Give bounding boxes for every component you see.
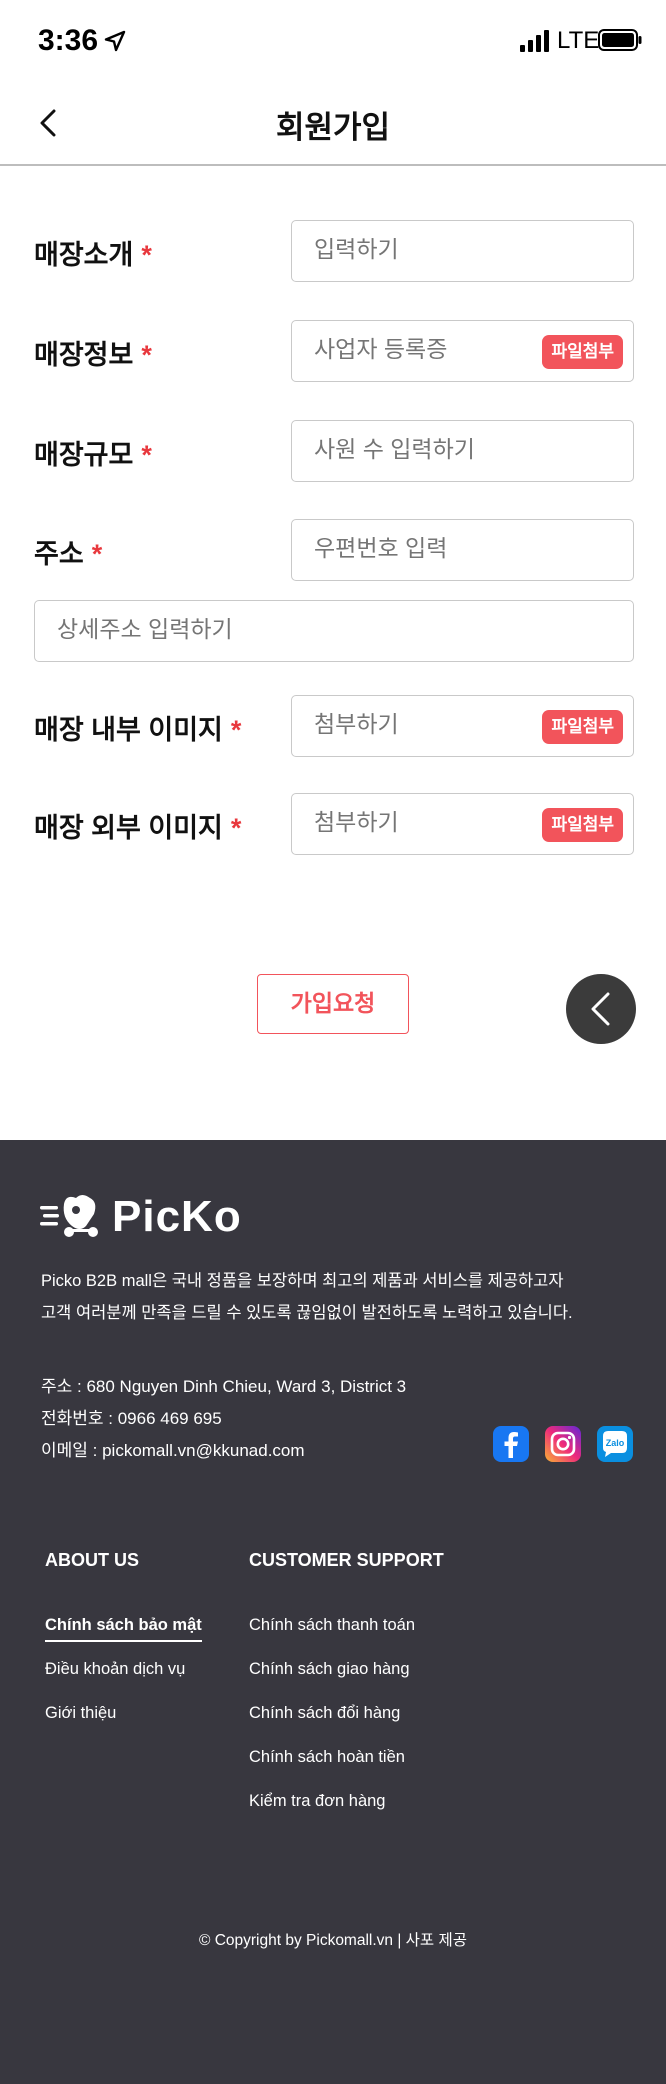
status-time: 3:36 [38,24,99,57]
page-header: 회원가입 [0,80,666,166]
facebook-glyph [504,1432,518,1458]
payment-policy-link[interactable]: Chính sách thanh toán [249,1616,415,1635]
store-intro-field[interactable] [291,220,634,282]
order-check-link[interactable]: Kiểm tra đơn hàng [249,1792,385,1811]
logo-mascot-icon [40,1195,98,1237]
introduction-link[interactable]: Giới thiệu [45,1704,116,1723]
field-label: 매장 내부 이미지 * [34,715,242,745]
footer-phone: 전화번호 : 0966 469 695 [41,1409,222,1428]
picko-logo[interactable]: PicKo [40,1192,242,1242]
zalo-label: Zalo [606,1438,625,1448]
field-label: 주소 * [34,539,103,569]
required-mark: * [141,340,152,370]
footer-email: 이메일 : pickomall.vn@kkunad.com [41,1441,305,1460]
delivery-policy-link[interactable]: Chính sách giao hàng [249,1660,410,1679]
facebook-icon[interactable] [493,1426,529,1462]
footer-address: 주소 : 680 Nguyen Dinh Chieu, Ward 3, Dist… [41,1377,407,1396]
required-mark: * [141,240,152,270]
form-row-interior-image: 매장 내부 이미지* 파일첨부 [0,695,666,757]
zalo-glyph: Zalo [603,1431,627,1457]
required-mark: * [230,813,242,843]
status-bar: 3:36 LTE [0,0,666,80]
customer-support-heading: CUSTOMER SUPPORT [249,1550,444,1570]
attach-file-button[interactable]: 파일첨부 [542,335,623,369]
copyright: © Copyright by Pickomall.vn | 사포 제공 [198,1932,468,1949]
form-row-address: 주소 * [0,519,666,581]
required-mark: * [230,715,242,745]
detail-address-field[interactable] [34,600,634,662]
exchange-policy-link[interactable]: Chính sách đổi hàng [249,1704,400,1723]
form-row-detail-address [0,600,666,662]
exterior-image-input[interactable] [314,809,534,836]
refund-policy-link[interactable]: Chính sách hoàn tiền [249,1748,405,1767]
about-us-heading: ABOUT US [45,1550,139,1570]
zalo-icon[interactable]: Zalo [597,1426,633,1462]
battery-icon [598,29,642,51]
location-arrow-icon [104,30,126,52]
field-label: 매장 외부 이미지 * [34,813,242,843]
postal-code-input[interactable] [314,535,534,562]
attach-file-button[interactable]: 파일첨부 [542,808,623,842]
store-intro-input[interactable] [314,236,534,263]
exterior-image-field[interactable]: 파일첨부 [291,793,634,855]
footer-description-line: Picko B2B mall은 국내 정품을 보장하며 최고의 제품과 서비스를… [41,1272,564,1290]
network-label: LTE [557,27,600,54]
employee-count-input[interactable] [314,436,534,463]
form-row-store-intro: 매장소개 * [0,220,666,282]
field-label: 매장규모 * [34,440,152,470]
floating-back-button[interactable] [566,974,636,1044]
employee-count-field[interactable] [291,420,634,482]
instagram-icon[interactable] [545,1426,581,1462]
interior-image-input[interactable] [314,711,534,738]
footer: PicKo Picko B2B mall은 국내 정품을 보장하며 최고의 제품… [0,1140,666,2084]
business-license-field[interactable]: 파일첨부 [291,320,634,382]
required-mark: * [141,440,152,470]
footer-description-line: 고객 여러분께 만족을 드릴 수 있도록 끊임없이 발전하도록 노력하고 있습니… [41,1304,573,1322]
form-row-store-info: 매장정보* 파일첨부 [0,320,666,382]
signup-request-button[interactable]: 가입요청 [257,974,409,1034]
instagram-glyph [550,1431,576,1457]
business-license-input[interactable] [314,336,534,363]
logo-text: PicKo [112,1192,242,1241]
privacy-policy-link[interactable]: Chính sách bảo mật [45,1616,202,1642]
required-mark: * [91,539,103,569]
form-row-exterior-image: 매장 외부 이미지* 파일첨부 [0,793,666,855]
detail-address-input[interactable] [57,616,597,643]
chevron-left-icon [591,992,610,1026]
postal-code-field[interactable] [291,519,634,581]
field-label: 매장정보 * [34,340,152,370]
form-row-store-size: 매장규모 * [0,420,666,482]
attach-file-button[interactable]: 파일첨부 [542,710,623,744]
terms-of-service-link[interactable]: Điều khoản dịch vụ [45,1660,185,1679]
signal-icon [520,30,549,52]
page-title: 회원가입 [275,110,391,145]
interior-image-field[interactable]: 파일첨부 [291,695,634,757]
field-label: 매장소개 * [34,240,152,270]
